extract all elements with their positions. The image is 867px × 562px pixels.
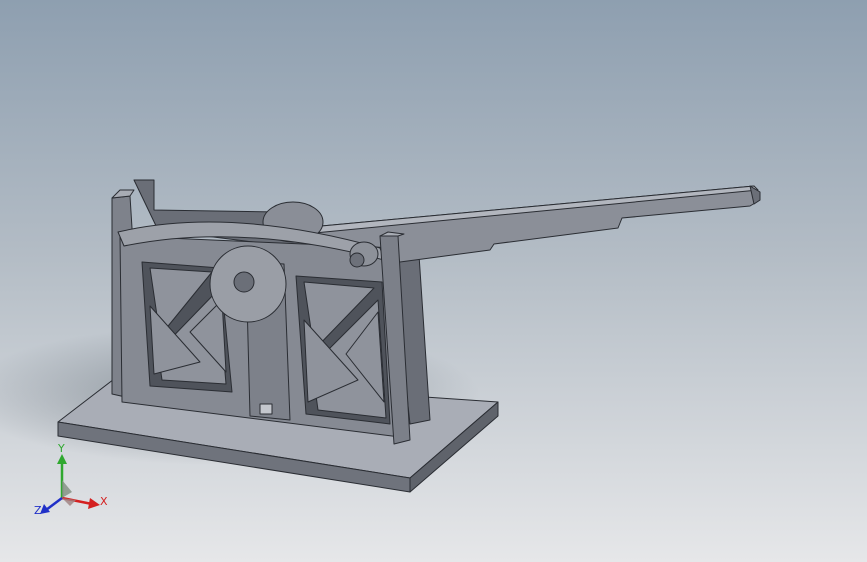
z-axis-line xyxy=(45,497,63,511)
x-axis-arrow xyxy=(88,498,100,509)
model-scene[interactable] xyxy=(0,0,867,562)
z-axis-label: Z xyxy=(34,504,42,517)
graphics-viewport[interactable]: Y X Z xyxy=(0,0,867,562)
triad-plane xyxy=(62,480,72,498)
y-axis-label: Y xyxy=(57,442,65,455)
view-orientation-triad[interactable]: Y X Z xyxy=(32,440,122,530)
y-axis-arrow xyxy=(57,454,67,464)
x-axis-label: X xyxy=(100,495,108,508)
front-cam-wheel[interactable] xyxy=(209,245,287,323)
